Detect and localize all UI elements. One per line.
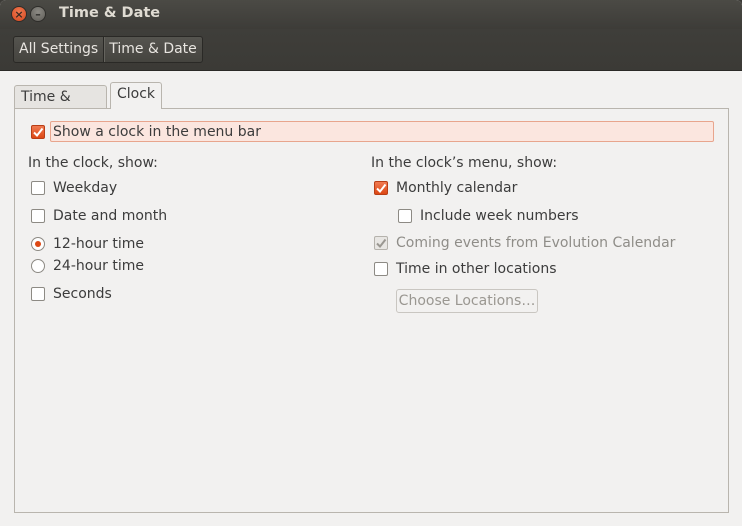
time-date-window: × – Time & Date All Settings Time & Date… <box>0 0 742 526</box>
hour12-label: 12-hour time <box>53 236 145 252</box>
breadcrumb-all-settings[interactable]: All Settings <box>14 37 103 62</box>
other-locations-row[interactable]: Time in other locations <box>374 261 557 277</box>
hour24-label: 24-hour time <box>53 258 145 274</box>
show-clock-label: Show a clock in the menu bar <box>53 124 261 140</box>
coming-events-row: Coming events from Evolution Calendar <box>374 235 675 251</box>
choose-locations-button: Choose Locations… <box>396 289 538 313</box>
show-clock-row[interactable]: Show a clock in the menu bar <box>28 121 714 142</box>
hour24-radio[interactable] <box>31 259 45 273</box>
breadcrumb: All Settings Time & Date <box>13 36 203 63</box>
week-numbers-label: Include week numbers <box>420 208 579 224</box>
checkmark-icon <box>376 183 387 194</box>
seconds-label: Seconds <box>53 286 112 302</box>
close-window-button[interactable]: × <box>11 6 27 22</box>
title-bar: × – Time & Date <box>0 0 742 29</box>
hour24-row[interactable]: 24-hour time <box>31 258 144 274</box>
other-locations-checkbox[interactable] <box>374 262 388 276</box>
date-month-checkbox[interactable] <box>31 209 45 223</box>
close-icon: × <box>14 7 24 21</box>
other-locations-label: Time in other locations <box>396 261 557 277</box>
show-clock-checkbox[interactable] <box>31 125 45 139</box>
hour12-row[interactable]: 12-hour time <box>31 236 144 252</box>
weekday-checkbox[interactable] <box>31 181 45 195</box>
seconds-checkbox[interactable] <box>31 287 45 301</box>
week-numbers-row[interactable]: Include week numbers <box>398 208 579 224</box>
monthly-calendar-checkbox[interactable] <box>374 181 388 195</box>
week-numbers-checkbox[interactable] <box>398 209 412 223</box>
tab-time-date[interactable]: Time & Date <box>14 85 107 128</box>
tab-clock[interactable]: Clock <box>110 82 162 109</box>
breadcrumb-time-date[interactable]: Time & Date <box>103 37 202 62</box>
weekday-row[interactable]: Weekday <box>31 180 117 196</box>
toolbar: All Settings Time & Date <box>0 29 742 71</box>
checkmark-icon <box>33 127 44 138</box>
monthly-calendar-label: Monthly calendar <box>396 180 518 196</box>
radio-selected-dot <box>35 241 41 247</box>
hour12-radio[interactable] <box>31 237 45 251</box>
minimize-window-button[interactable]: – <box>30 6 46 22</box>
date-month-row[interactable]: Date and month <box>31 208 167 224</box>
in-menu-heading: In the clock’s menu, show: <box>371 155 558 171</box>
weekday-label: Weekday <box>53 180 118 196</box>
coming-events-label: Coming events from Evolution Calendar <box>396 235 676 251</box>
window-title: Time & Date <box>59 5 161 21</box>
monthly-calendar-row[interactable]: Monthly calendar <box>374 180 517 196</box>
minimize-icon: – <box>35 7 41 21</box>
checkmark-icon <box>376 238 387 249</box>
coming-events-checkbox <box>374 236 388 250</box>
date-month-label: Date and month <box>53 208 168 224</box>
in-clock-heading: In the clock, show: <box>28 155 158 171</box>
seconds-row[interactable]: Seconds <box>31 286 112 302</box>
